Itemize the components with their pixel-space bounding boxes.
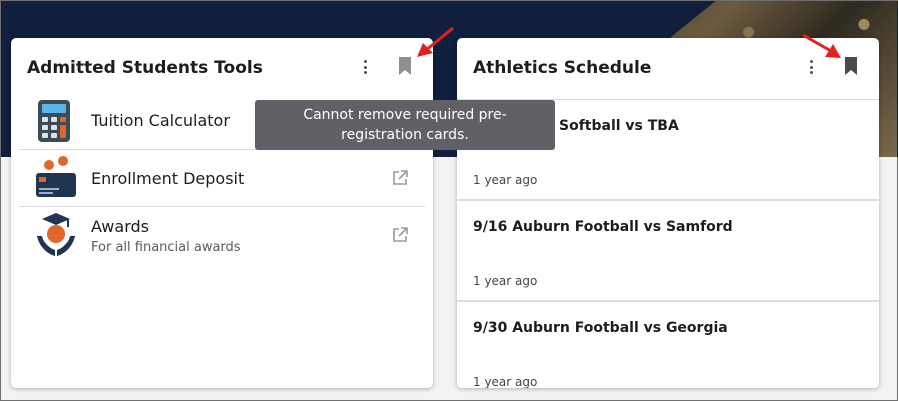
tool-subtitle: For all financial awards bbox=[91, 240, 241, 255]
annotation-arrow-icon bbox=[417, 26, 454, 57]
external-link-icon[interactable] bbox=[391, 169, 409, 187]
card-header: Admitted Students Tools bbox=[11, 38, 433, 100]
calculator-icon bbox=[38, 99, 70, 142]
tool-text: Awards For all financial awards bbox=[91, 217, 241, 255]
event-title: 9/30 Auburn Football vs Georgia bbox=[473, 320, 728, 336]
more-options-icon[interactable] bbox=[358, 58, 372, 76]
bookmark-icon[interactable] bbox=[843, 56, 859, 76]
event-time: 1 year ago bbox=[473, 173, 538, 187]
event-time: 1 year ago bbox=[473, 375, 538, 388]
graduation-money-icon bbox=[37, 213, 75, 256]
bookmark-icon[interactable] bbox=[397, 56, 413, 76]
annotation-arrow-icon bbox=[802, 33, 841, 58]
tooltip: Cannot remove required pre-registration … bbox=[255, 100, 555, 150]
external-link-icon[interactable] bbox=[391, 226, 409, 244]
bank-card-icon bbox=[36, 156, 76, 197]
tool-enrollment-deposit[interactable]: Enrollment Deposit bbox=[19, 149, 425, 206]
admitted-students-tools-card: Admitted Students Tools Tuition Calculat… bbox=[11, 38, 433, 388]
event-title: 9/16 Auburn Football vs Samford bbox=[473, 219, 733, 235]
tool-label: Awards bbox=[91, 217, 149, 236]
tool-label: Tuition Calculator bbox=[91, 111, 230, 130]
tool-label: Enrollment Deposit bbox=[91, 168, 245, 188]
tool-text: Tuition Calculator bbox=[91, 111, 230, 130]
tool-awards[interactable]: Awards For all financial awards bbox=[19, 206, 425, 263]
athletics-schedule-card: Athletics Schedule Softball vs TBA 1 yea… bbox=[457, 38, 879, 388]
event-title: Softball vs TBA bbox=[559, 118, 679, 134]
event-item[interactable]: 9/16 Auburn Football vs Samford 1 year a… bbox=[457, 201, 879, 302]
event-time: 1 year ago bbox=[473, 274, 538, 288]
event-item[interactable]: 9/30 Auburn Football vs Georgia 1 year a… bbox=[457, 302, 879, 388]
tool-text: Enrollment Deposit bbox=[91, 169, 244, 188]
